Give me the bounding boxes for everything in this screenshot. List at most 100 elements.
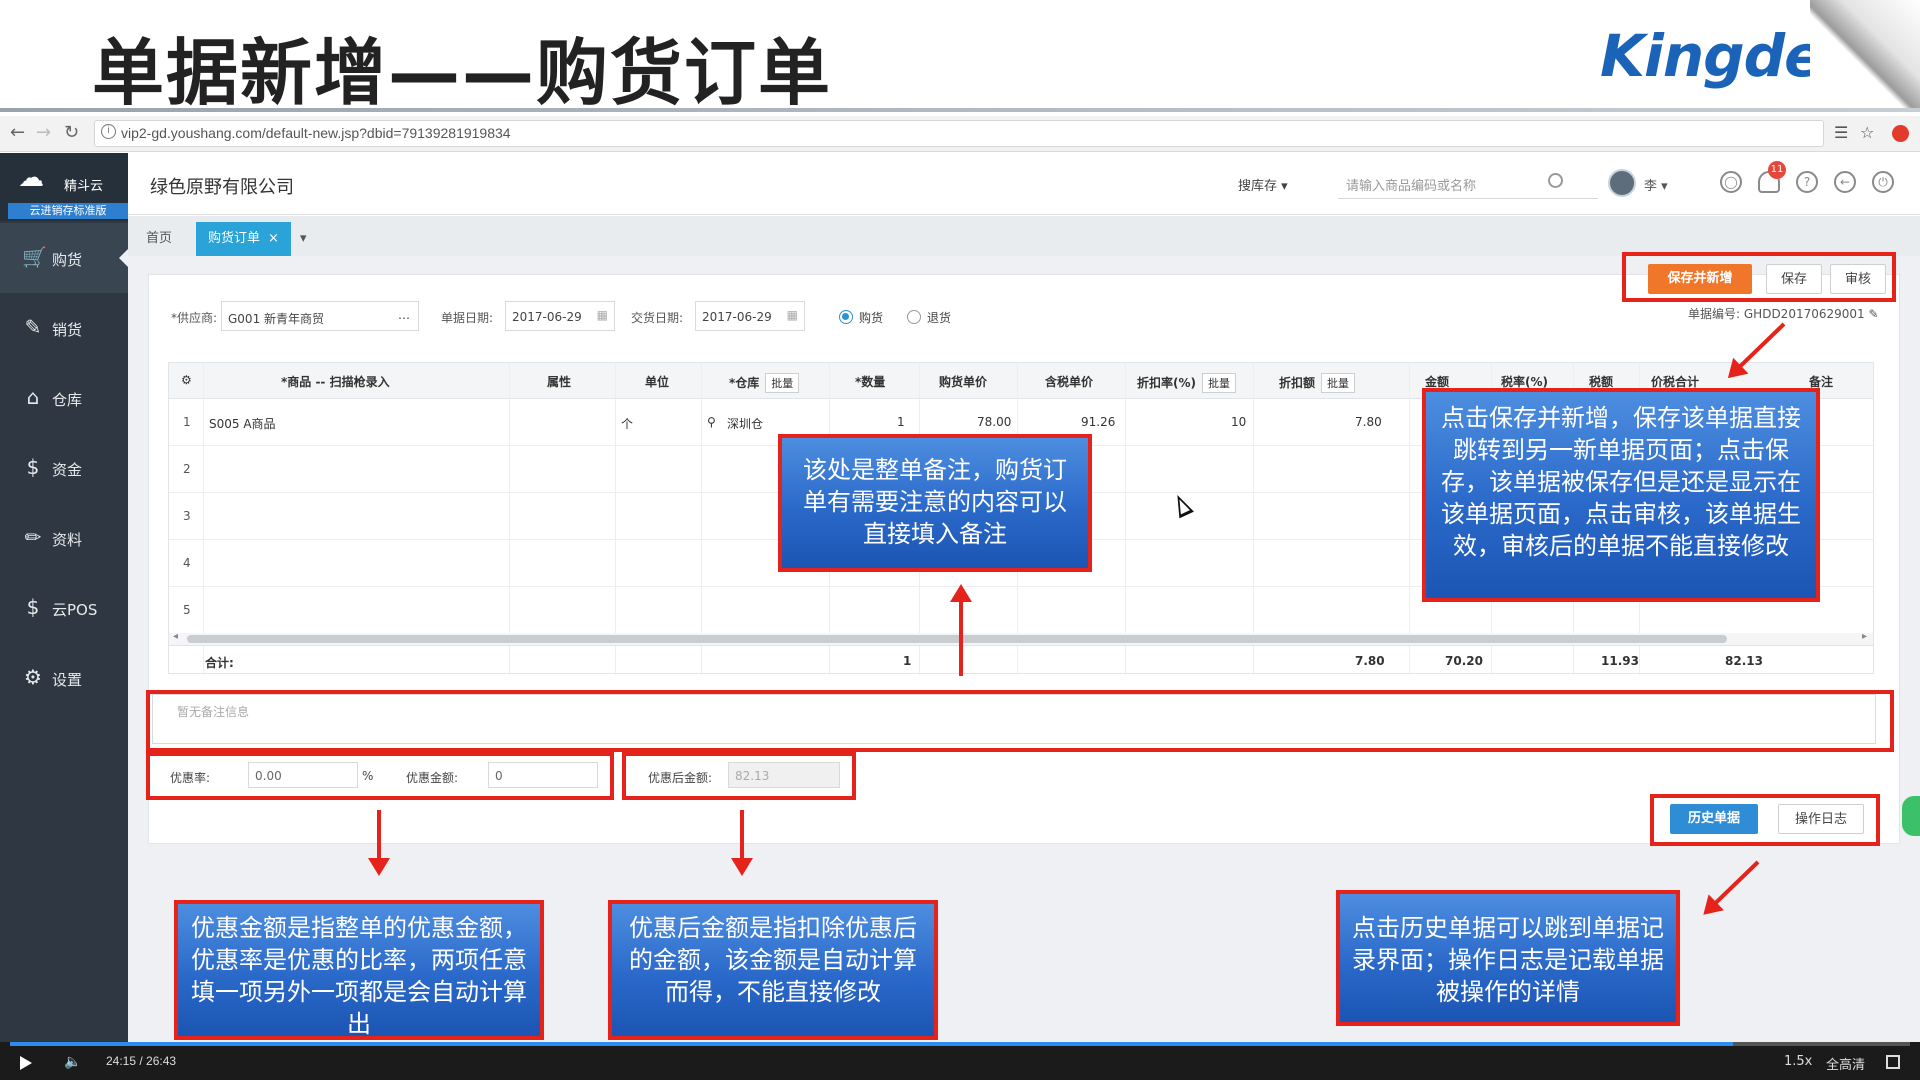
side-float-tab[interactable] (1902, 796, 1920, 836)
radio-return[interactable] (907, 310, 921, 324)
row-number: 3 (183, 509, 191, 523)
delivery-date-field[interactable]: 2017-06-29 ▦ (695, 301, 805, 331)
callout-after-discount: 优惠后金额是指扣除优惠后的金额，该金额是自动计算而得，不能直接修改 (608, 900, 938, 1040)
back-icon[interactable]: ← (10, 122, 25, 143)
sidebar-item-sales[interactable]: ✎ 销货 (0, 293, 128, 363)
sidebar-item-funds[interactable]: $ 资金 (0, 433, 128, 503)
gear-icon: ⚙ (24, 665, 42, 689)
progress-bar[interactable] (10, 1042, 1910, 1046)
cell-tax-price[interactable]: 91.26 (1081, 415, 1115, 429)
col-price: 购货单价 (939, 375, 988, 389)
gear-icon[interactable]: ⚙ (181, 373, 192, 387)
sidebar-item-data[interactable]: ✏ 资料 (0, 503, 128, 573)
forward-icon[interactable]: → (36, 122, 51, 143)
total-tax: 11.93 (1601, 654, 1639, 668)
supplier-field[interactable]: G001 新青年商贸 … (221, 301, 419, 331)
tab-bar: 首页 购货订单 × ▾ (128, 216, 1920, 256)
doc-date-field[interactable]: 2017-06-29 ▦ (505, 301, 615, 331)
play-icon[interactable] (20, 1056, 32, 1070)
arrow-down-after-discount (731, 810, 753, 876)
sidebar-item-settings[interactable]: ⚙ 设置 (0, 643, 128, 713)
total-discount-amount: 7.80 (1355, 654, 1385, 668)
sales-icon: ✎ (24, 315, 42, 339)
tab-dropdown[interactable]: ▾ (288, 222, 319, 256)
supplier-value: G001 新青年商贸 (228, 312, 325, 326)
cell-warehouse[interactable]: 深圳仓 (727, 415, 763, 432)
sidebar: ☁ 精斗云 云进销存标准版 🛒 购货 ✎ 销货 ⌂ 仓库 $ 资金 ✏ 资料 $… (0, 153, 128, 1043)
batch-button[interactable]: 批量 (1202, 373, 1236, 393)
headset-icon[interactable]: ◯ (1720, 171, 1742, 193)
sidebar-item-pos[interactable]: $ 云POS (0, 573, 128, 643)
speed-button[interactable]: 1.5x (1784, 1054, 1812, 1069)
delivery-date-value: 2017-06-29 (702, 310, 772, 324)
scroll-right-icon[interactable]: ▸ (1862, 631, 1867, 642)
callout-discount: 优惠金额是指整单的优惠金额，优惠率是优惠的比率，两项任意填一项另外一项都是会自动… (174, 900, 544, 1040)
col-product: *商品 -- 扫描枪录入 (281, 375, 390, 389)
chevron-down-icon: ▾ (300, 231, 307, 246)
brand-block: ☁ 精斗云 云进销存标准版 (0, 153, 128, 221)
sidebar-item-label: 云POS (52, 601, 98, 619)
scroll-thumb[interactable] (187, 635, 1727, 643)
cell-product[interactable]: S005 A商品 (209, 415, 276, 432)
sidebar-item-warehouse[interactable]: ⌂ 仓库 (0, 363, 128, 433)
active-indicator (119, 249, 128, 267)
batch-button[interactable]: 批量 (1321, 373, 1356, 393)
callout-history: 点击历史单据可以跳到单据记录界面；操作日志是记载单据被操作的详情 (1336, 890, 1680, 1026)
cloud-logo-icon: ☁ (18, 163, 44, 193)
quality-button[interactable]: 全高清 (1826, 1054, 1865, 1073)
video-player-bar: 🔈 24:15 / 26:43 1.5x 全高清 (0, 1042, 1920, 1080)
address-bar[interactable]: i vip2-gd.youshang.com/default-new.jsp?d… (94, 120, 1824, 147)
url-text: vip2-gd.youshang.com/default-new.jsp?dbi… (121, 125, 511, 141)
cell-discount-amount[interactable]: 7.80 (1355, 415, 1382, 429)
power-icon[interactable]: ⏻ (1872, 171, 1894, 193)
edit-icon[interactable]: ✎ (1869, 307, 1879, 321)
row-number: 1 (183, 415, 191, 429)
tab-purchase-order[interactable]: 购货订单 × (196, 222, 291, 256)
volume-icon[interactable]: 🔈 (64, 1054, 81, 1070)
fullscreen-icon[interactable] (1886, 1055, 1900, 1069)
site-info-icon[interactable]: i (101, 124, 116, 139)
brand-name: 精斗云 (64, 179, 104, 194)
calendar-icon[interactable]: ▦ (787, 308, 798, 322)
calendar-icon[interactable]: ▦ (597, 308, 608, 322)
total-qty: 1 (903, 654, 912, 668)
col-warehouse-label: *仓库 (729, 376, 760, 390)
extension-icon[interactable] (1892, 125, 1909, 142)
doc-date-label: 单据日期: (441, 311, 494, 325)
col-discount-amount: 折扣额 批量 (1279, 373, 1356, 393)
cell-discount-rate[interactable]: 10 (1231, 415, 1246, 429)
cell-price[interactable]: 78.00 (977, 415, 1011, 429)
radio-purchase[interactable] (839, 310, 853, 324)
brand-edition: 云进销存标准版 (8, 203, 128, 219)
order-header-fields: *供应商: G001 新青年商贸 … 单据日期: 2017-06-29 ▦ 交货日期… (149, 297, 1901, 337)
reload-icon[interactable]: ↻ (64, 122, 79, 143)
callout-save: 点击保存并新增，保存该单据直接跳转到另一新单据页面；点击保存，该单据被保存但是还… (1422, 388, 1820, 602)
avatar[interactable] (1608, 169, 1636, 197)
back-circle-icon[interactable]: ← (1834, 171, 1856, 193)
cell-unit[interactable]: 个 (621, 415, 633, 432)
translate-icon[interactable]: ☰ (1834, 123, 1848, 142)
highlight-discount (146, 752, 614, 800)
close-icon[interactable]: × (268, 231, 279, 246)
radio-purchase-label: 购货 (859, 311, 884, 325)
tab-home[interactable]: 首页 (134, 222, 184, 256)
company-name: 绿色原野有限公司 (150, 177, 294, 198)
horizontal-scrollbar[interactable]: ◂ ▸ (169, 631, 1873, 645)
search-icon[interactable] (1548, 173, 1563, 188)
money-icon: $ (26, 455, 40, 479)
bookmark-star-icon[interactable]: ☆ (1860, 123, 1874, 142)
sidebar-item-purchase[interactable]: 🛒 购货 (0, 223, 128, 293)
col-discount-amount-label: 折扣额 (1279, 376, 1316, 390)
user-menu[interactable]: 李 ▾ (1644, 175, 1668, 194)
help-icon[interactable]: ? (1796, 171, 1818, 193)
col-warehouse: *仓库 批量 (729, 373, 800, 393)
scroll-left-icon[interactable]: ◂ (173, 631, 178, 642)
batch-button[interactable]: 批量 (765, 373, 800, 393)
search-icon[interactable]: ⚲ (707, 415, 716, 429)
total-amount: 70.20 (1445, 654, 1483, 668)
more-icon[interactable]: … (398, 308, 410, 322)
highlight-remark (146, 690, 1894, 752)
cell-qty[interactable]: 1 (897, 415, 905, 429)
doc-date-value: 2017-06-29 (512, 310, 582, 324)
search-type-select[interactable]: 搜库存 ▾ (1238, 175, 1288, 194)
